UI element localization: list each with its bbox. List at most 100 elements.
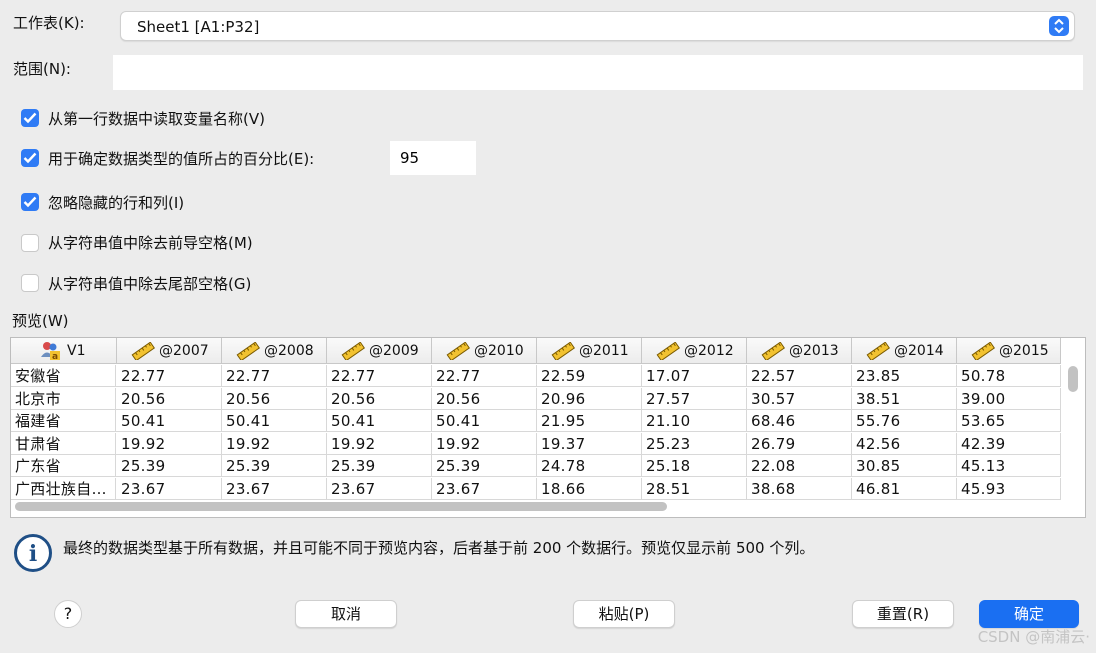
table-cell: 22.77 <box>432 365 537 387</box>
range-label: 范围(N): <box>13 60 71 78</box>
table-cell: 68.46 <box>747 410 852 432</box>
table-cell: 24.78 <box>537 455 642 477</box>
column-header-label: @2011 <box>579 343 629 359</box>
table-cell: 甘肃省 <box>11 432 116 455</box>
table-cell: 19.92 <box>327 432 432 455</box>
table-cell: 22.59 <box>537 365 642 387</box>
column-header-label: V1 <box>67 343 86 359</box>
table-cell: 50.78 <box>957 365 1061 387</box>
column-header[interactable]: @2007 <box>117 338 222 364</box>
table-cell: 20.56 <box>327 387 432 410</box>
column-header[interactable]: @2011 <box>537 338 642 364</box>
table-cell: 45.93 <box>957 477 1061 500</box>
column-header[interactable]: @2012 <box>642 338 747 364</box>
info-icon: i <box>14 534 52 572</box>
table-cell: 19.92 <box>117 432 222 455</box>
ignore-hidden-checkbox[interactable] <box>21 193 39 211</box>
percent-label: 用于确定数据类型的值所占的百分比(E): <box>48 150 315 168</box>
table-cell: 23.67 <box>327 477 432 500</box>
help-button[interactable]: ? <box>54 600 82 628</box>
column-header[interactable]: @2008 <box>222 338 327 364</box>
table-cell: 22.57 <box>747 365 852 387</box>
column-header-label: @2012 <box>684 343 734 359</box>
column-header-label: @2007 <box>159 343 209 359</box>
table-cell: 18.66 <box>537 477 642 500</box>
trim-leading-label: 从字符串值中除去前导空格(M) <box>48 234 253 252</box>
worksheet-label: 工作表(K): <box>13 14 85 32</box>
table-cell: 22.08 <box>747 455 852 477</box>
table-cell: 30.57 <box>747 387 852 410</box>
table-cell: 19.92 <box>222 432 327 455</box>
preview-grid[interactable]: a V1 @2007 @2008 @2009 @2010 @2011 @2012 @2013… <box>10 337 1086 518</box>
read-varnames-checkbox[interactable] <box>21 109 39 127</box>
table-cell: 广东省 <box>11 455 116 477</box>
cancel-button[interactable]: 取消 <box>295 600 397 628</box>
table-cell: 21.95 <box>537 410 642 432</box>
table-cell: 25.39 <box>117 455 222 477</box>
table-cell: 42.56 <box>852 432 957 455</box>
column-header-label: @2015 <box>999 343 1049 359</box>
percent-input[interactable] <box>390 141 476 175</box>
column-header[interactable]: @2010 <box>432 338 537 364</box>
table-row[interactable]: 甘肃省 19.92 19.92 19.92 19.92 19.37 25.23 26.79 42… <box>11 432 1061 455</box>
table-row[interactable]: 福建省 50.41 50.41 50.41 50.41 21.95 21.10 68.46 55… <box>11 410 1061 432</box>
column-header-label: @2008 <box>264 343 314 359</box>
table-cell: 安徽省 <box>11 365 116 387</box>
table-cell: 42.39 <box>957 432 1061 455</box>
table-cell: 20.56 <box>117 387 222 410</box>
preview-label: 预览(W) <box>12 312 69 330</box>
table-row[interactable]: 安徽省 22.77 22.77 22.77 22.77 22.59 17.07 22.57 23… <box>11 365 1061 387</box>
table-cell: 22.77 <box>117 365 222 387</box>
trim-leading-checkbox[interactable] <box>21 234 39 252</box>
select-arrows-icon <box>1049 16 1069 36</box>
table-cell: 23.85 <box>852 365 957 387</box>
table-cell: 19.92 <box>432 432 537 455</box>
table-cell: 50.41 <box>432 410 537 432</box>
trim-trailing-checkbox[interactable] <box>21 274 39 292</box>
table-cell: 45.13 <box>957 455 1061 477</box>
table-cell: 50.41 <box>327 410 432 432</box>
table-cell: 25.39 <box>222 455 327 477</box>
table-cell: 28.51 <box>642 477 747 500</box>
column-header[interactable]: @2014 <box>852 338 957 364</box>
table-row[interactable]: 北京市 20.56 20.56 20.56 20.56 20.96 27.57 30.57 38… <box>11 387 1061 410</box>
table-cell: 20.96 <box>537 387 642 410</box>
watermark: CSDN @南浦云· <box>977 628 1090 646</box>
column-header[interactable]: @2009 <box>327 338 432 364</box>
table-cell: 30.85 <box>852 455 957 477</box>
table-row[interactable]: 广东省 25.39 25.39 25.39 25.39 24.78 25.18 22.08 30… <box>11 455 1061 477</box>
ok-button[interactable]: 确定 <box>979 600 1079 628</box>
table-cell: 26.79 <box>747 432 852 455</box>
column-header-label: @2009 <box>369 343 419 359</box>
column-header-label: @2010 <box>474 343 524 359</box>
table-cell: 20.56 <box>222 387 327 410</box>
worksheet-select[interactable]: Sheet1 [A1:P32] <box>120 11 1075 41</box>
table-cell: 46.81 <box>852 477 957 500</box>
column-header[interactable]: @2013 <box>747 338 852 364</box>
table-cell: 25.18 <box>642 455 747 477</box>
table-cell: 21.10 <box>642 410 747 432</box>
table-cell: 20.56 <box>432 387 537 410</box>
column-header-label: @2014 <box>894 343 944 359</box>
reset-button[interactable]: 重置(R) <box>852 600 954 628</box>
table-cell: 广西壮族自… <box>11 477 116 500</box>
table-row[interactable]: 广西壮族自… 23.67 23.67 23.67 23.67 18.66 28.51 38.6… <box>11 477 1061 500</box>
column-header[interactable]: @2015 <box>957 338 1061 364</box>
range-input[interactable] <box>113 55 1083 90</box>
table-cell: 福建省 <box>11 410 116 432</box>
table-cell: 23.67 <box>222 477 327 500</box>
percent-checkbox[interactable] <box>21 149 39 167</box>
table-cell: 50.41 <box>222 410 327 432</box>
worksheet-select-value: Sheet1 [A1:P32] <box>137 18 260 36</box>
horizontal-scrollbar[interactable] <box>15 502 667 511</box>
table-cell: 25.39 <box>327 455 432 477</box>
paste-button[interactable]: 粘贴(P) <box>573 600 675 628</box>
table-cell: 25.39 <box>432 455 537 477</box>
ignore-hidden-label: 忽略隐藏的行和列(I) <box>48 194 185 212</box>
read-varnames-label: 从第一行数据中读取变量名称(V) <box>48 110 265 128</box>
column-header[interactable]: a V1 <box>11 338 117 364</box>
svg-text:a: a <box>52 352 58 361</box>
vertical-scrollbar[interactable] <box>1068 366 1078 392</box>
column-header-label: @2013 <box>789 343 839 359</box>
table-cell: 22.77 <box>327 365 432 387</box>
